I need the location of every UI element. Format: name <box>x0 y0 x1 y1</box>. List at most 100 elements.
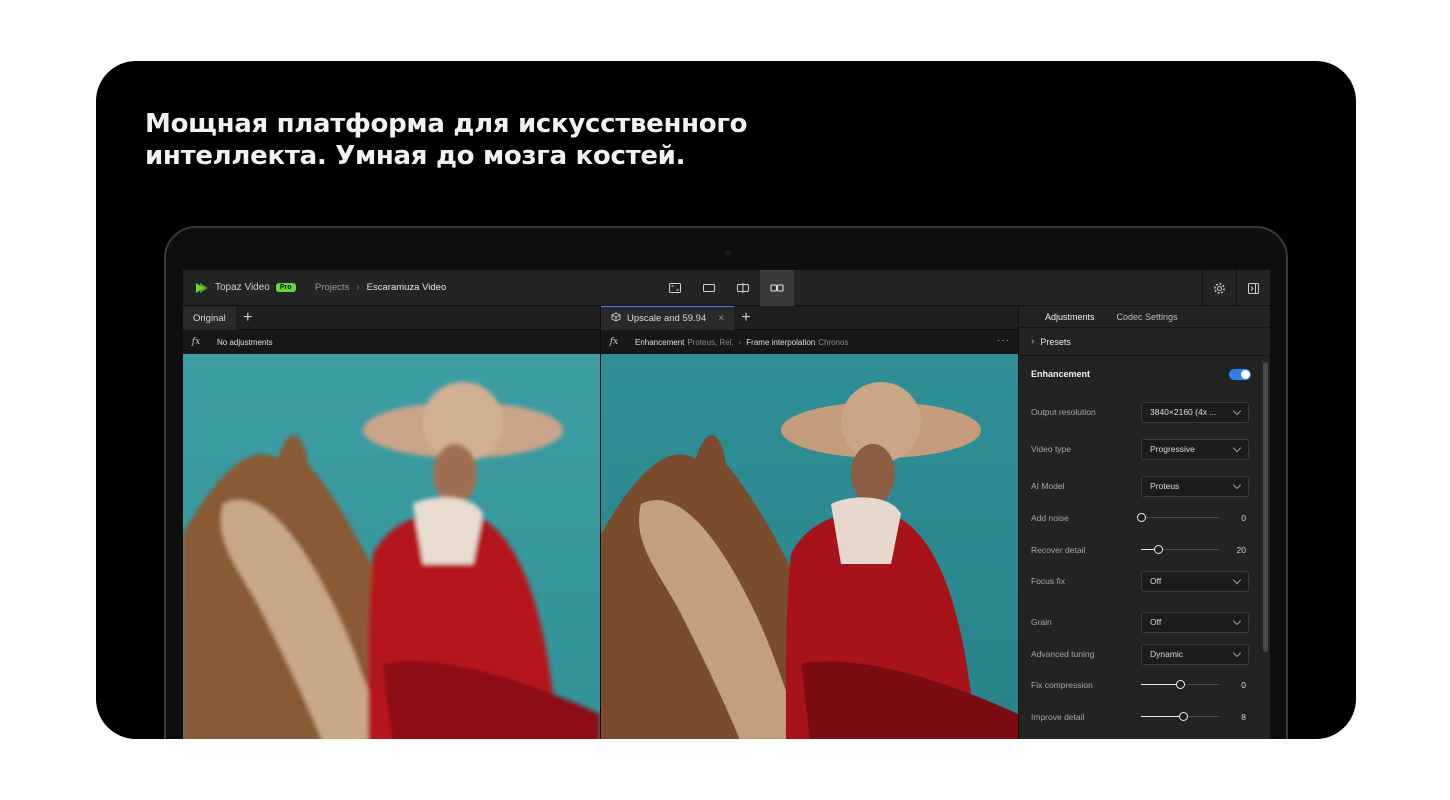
viewer-tabbar: Upscale and 59.94 × + <box>601 306 1018 330</box>
crop-view-button[interactable] <box>658 270 692 306</box>
recover-detail-row: Recover detail 20 <box>1031 539 1251 561</box>
video-type-select[interactable]: Progressive <box>1141 438 1249 460</box>
select-value: Off <box>1150 576 1162 586</box>
panel-tabs: Adjustments Codec Settings <box>1019 306 1270 328</box>
headline: Мощная платформа для искусственного инте… <box>145 109 748 171</box>
select-value: Dynamic <box>1150 649 1184 659</box>
chevron-down-icon <box>1232 443 1242 452</box>
recover-detail-slider[interactable] <box>1141 545 1219 555</box>
add-tab-button[interactable]: + <box>734 306 758 330</box>
row-label: Improve detail <box>1031 712 1085 722</box>
slider-knob[interactable] <box>1176 680 1185 689</box>
single-view-button[interactable] <box>692 270 726 306</box>
advanced-tuning-select[interactable]: Dynamic <box>1141 643 1249 665</box>
close-icon[interactable]: × <box>718 313 724 324</box>
preview-image-enhanced[interactable] <box>601 354 1018 739</box>
select-value: Proteus <box>1150 481 1180 491</box>
row-label: Grain <box>1031 617 1052 627</box>
advanced-tuning-row: Advanced tuning Dynamic <box>1031 643 1251 665</box>
toolbar-right <box>1202 270 1270 306</box>
output-resolution-row: Output resolution 3840×2160 (4x ... <box>1031 401 1251 423</box>
output-resolution-select[interactable]: 3840×2160 (4x ... <box>1141 401 1249 423</box>
plus-icon: + <box>741 309 751 326</box>
select-value: 3840×2160 (4x ... <box>1150 407 1217 417</box>
presets-row[interactable]: › Presets <box>1019 328 1270 356</box>
row-label: AI Model <box>1031 481 1065 491</box>
app-window: Topaz Video Pro Projects › Escaramuza Vi… <box>183 270 1270 739</box>
ai-model-row: AI Model Proteus <box>1031 475 1251 497</box>
grain-row: Grain Off <box>1031 611 1251 633</box>
settings-button[interactable] <box>1202 270 1236 306</box>
laptop-frame: Topaz Video Pro Projects › Escaramuza Vi… <box>164 226 1288 739</box>
focus-fix-select[interactable]: Off <box>1141 570 1249 592</box>
row-label: Recover detail <box>1031 545 1086 555</box>
slider-value: 0 <box>1241 680 1246 690</box>
app-name: Topaz Video <box>215 281 270 293</box>
panel-scrollbar[interactable] <box>1263 362 1268 652</box>
add-noise-row: Add noise 0 <box>1031 507 1251 529</box>
fx-icon[interactable]: fx <box>604 337 624 347</box>
row-label: Focus fix <box>1031 576 1066 586</box>
filter-interpolation-detail: Chronos <box>818 337 849 347</box>
slider-track <box>1141 517 1219 518</box>
breadcrumb: Projects › Escaramuza Video <box>315 282 446 293</box>
slider-knob[interactable] <box>1179 712 1188 721</box>
adjustments-panel: Adjustments Codec Settings › Presets Enh… <box>1018 306 1270 739</box>
slider-knob[interactable] <box>1154 545 1163 554</box>
row-label: Advanced tuning <box>1031 649 1095 659</box>
slider-value: 8 <box>1241 712 1246 722</box>
adjustments-bar: fx Enhancement Proteus, Rel. › Frame int… <box>601 330 1018 354</box>
slider-fill <box>1141 684 1180 685</box>
improve-detail-slider[interactable] <box>1141 712 1219 722</box>
chevron-right-icon: › <box>738 337 742 347</box>
fix-compression-row: Fix compression 0 <box>1031 674 1251 696</box>
fx-icon[interactable]: fx <box>186 337 206 347</box>
side-by-side-view-button[interactable] <box>760 270 794 306</box>
split-view-button[interactable] <box>726 270 760 306</box>
slider-knob[interactable] <box>1137 513 1146 522</box>
tab-label: Upscale and 59.94 <box>627 313 707 324</box>
select-value: Off <box>1150 617 1162 627</box>
tab-upscale[interactable]: Upscale and 59.94 × <box>601 306 735 330</box>
select-value: Progressive <box>1150 444 1195 454</box>
ai-model-select[interactable]: Proteus <box>1141 475 1249 497</box>
preview-image-original[interactable] <box>183 354 600 739</box>
side-by-side-view-icon <box>770 284 784 292</box>
camera-dot <box>725 250 731 256</box>
view-mode-group <box>658 270 794 306</box>
app-logo[interactable]: Topaz Video Pro <box>195 281 296 293</box>
model-cube-icon <box>611 312 621 325</box>
focus-fix-row: Focus fix Off <box>1031 570 1251 592</box>
enhancement-header: Enhancement <box>1031 364 1251 384</box>
original-viewer: Original + fx No adjustments <box>183 306 600 739</box>
row-label: Video type <box>1031 444 1072 454</box>
toggle-panel-icon <box>1248 282 1259 294</box>
breadcrumb-current: Escaramuza Video <box>366 282 447 293</box>
breadcrumb-projects[interactable]: Projects <box>315 282 349 293</box>
chevron-down-icon <box>1232 575 1242 584</box>
tab-codec-settings[interactable]: Codec Settings <box>1117 306 1178 328</box>
settings-gear-icon <box>1214 282 1225 294</box>
toggle-panel-button[interactable] <box>1236 270 1270 306</box>
tab-adjustments[interactable]: Adjustments <box>1045 306 1095 328</box>
section-title: Enhancement <box>1031 369 1091 379</box>
add-tab-button[interactable]: + <box>236 306 260 330</box>
add-noise-slider[interactable] <box>1137 513 1219 523</box>
chevron-down-icon <box>1232 648 1242 657</box>
more-options-icon[interactable]: ··· <box>997 335 1010 346</box>
slider-value: 0 <box>1241 513 1246 523</box>
grain-select[interactable]: Off <box>1141 611 1249 633</box>
fix-compression-slider[interactable] <box>1141 680 1219 690</box>
viewer-tabbar: Original + <box>183 306 600 330</box>
row-label: Add noise <box>1031 513 1069 523</box>
chevron-down-icon <box>1232 616 1242 625</box>
plus-icon: + <box>243 309 253 326</box>
filter-enhancement-name: Enhancement <box>635 337 685 347</box>
enhancement-toggle[interactable] <box>1229 368 1251 380</box>
row-label: Output resolution <box>1031 407 1096 417</box>
tab-original[interactable]: Original <box>183 306 236 330</box>
pro-badge: Pro <box>275 282 296 292</box>
slider-fill <box>1141 716 1183 717</box>
filter-enhancement-detail: Proteus, Rel. <box>687 337 734 347</box>
tab-label: Original <box>193 312 226 324</box>
